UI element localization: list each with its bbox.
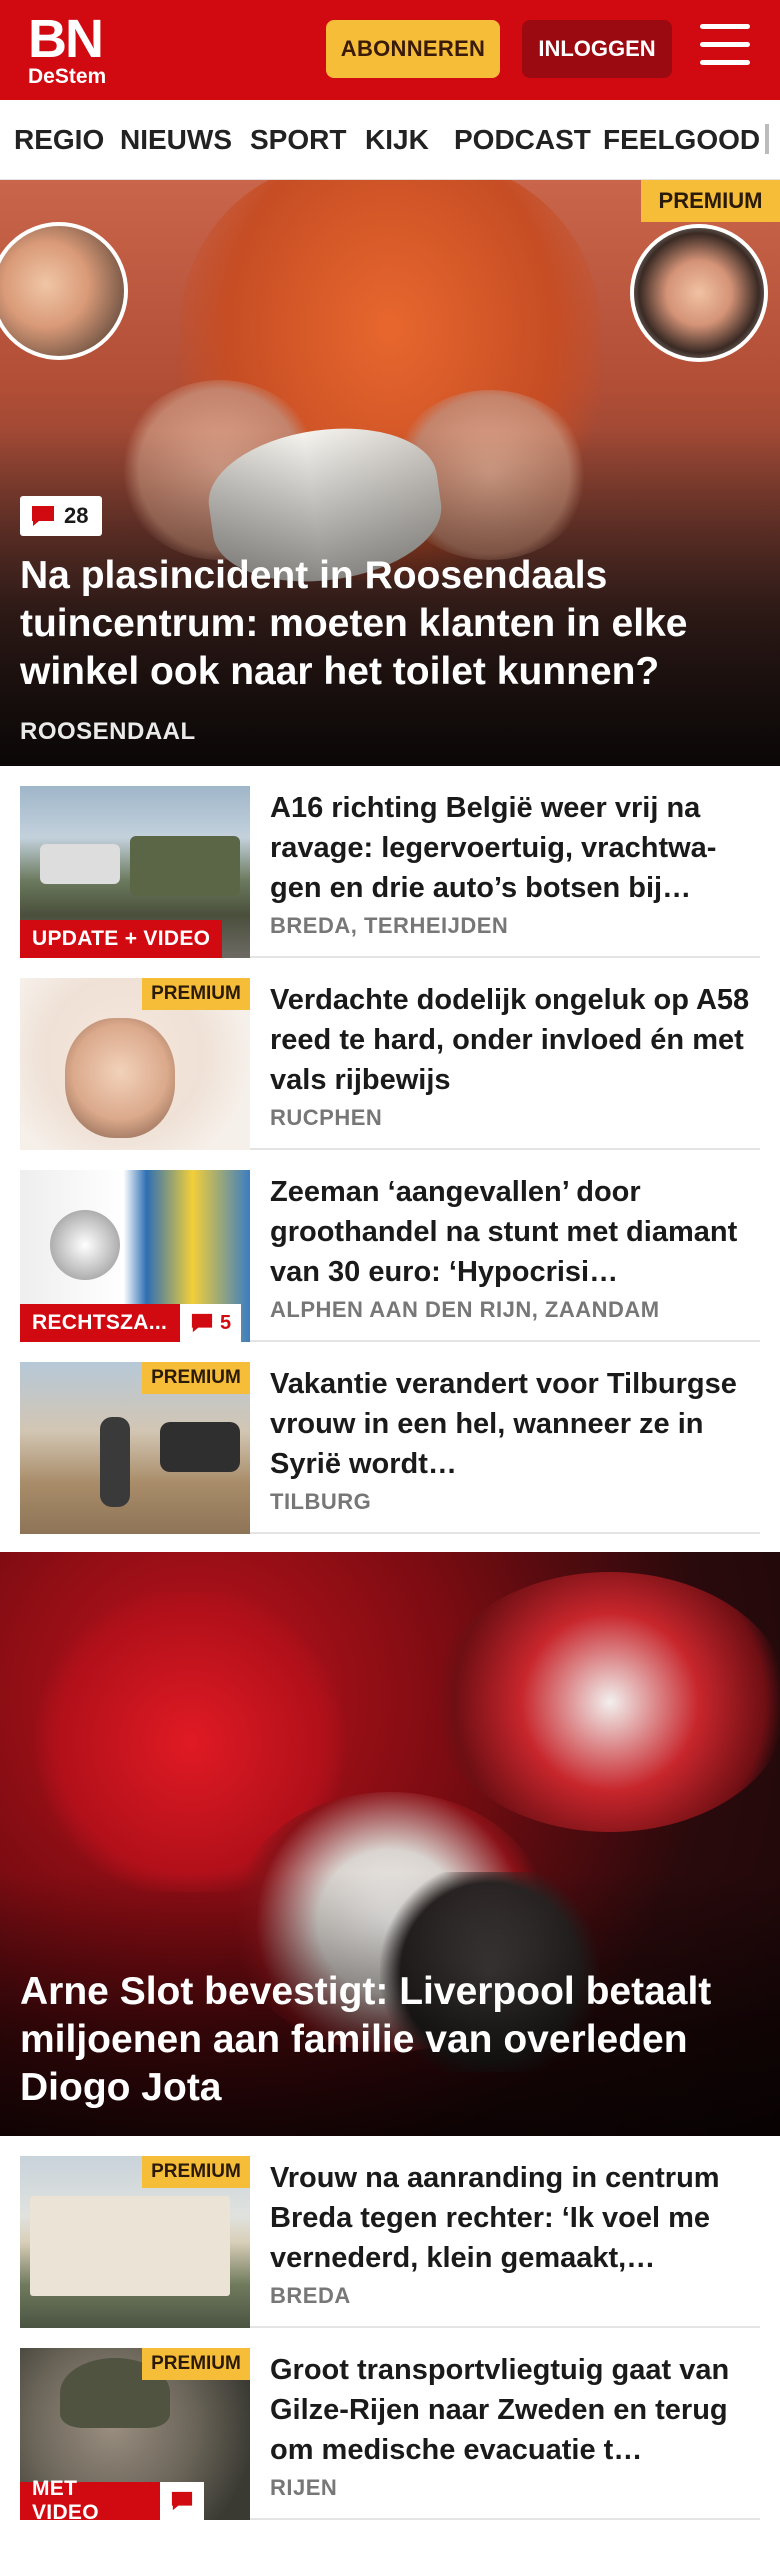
article-thumbnail: PREMIUM <box>20 1362 250 1534</box>
premium-badge: PREMIUM <box>142 1362 250 1394</box>
feature-article[interactable]: Arne Slot bevestigt: Liverpool betaalt m… <box>0 1552 780 2136</box>
nav-item-podcast[interactable]: PODCAST <box>454 124 591 156</box>
article-label: MET VIDEO <box>20 2477 160 2520</box>
article-title[interactable]: Verdachte dodelijk ongeluk op A58 reed t… <box>270 980 760 1100</box>
top-bar: BN DeStem ABONNEREN INLOGGEN <box>0 0 780 100</box>
author-avatar-right <box>630 224 768 362</box>
menu-icon[interactable] <box>700 24 752 72</box>
article-title[interactable]: Vrouw na aanranding in centrum Breda teg… <box>270 2158 760 2278</box>
article-card[interactable]: PREMIUM Vrouw na aanranding in centrum B… <box>20 2156 760 2328</box>
article-card[interactable]: RECHTSZA... 5 Zeeman ‘aangevallen’ door … <box>20 1170 760 1342</box>
hero-article[interactable]: PREMIUM 28 Na plasincident in Roosendaal… <box>0 180 780 766</box>
author-avatar-left <box>0 222 128 360</box>
article-location: BREDA, TERHEIJDEN <box>270 913 509 938</box>
nav-item-regio[interactable]: REGIO <box>14 124 104 156</box>
comment-icon <box>171 2491 193 2511</box>
article-location: ALPHEN AAN DEN RIJN, ZAANDAM <box>270 1297 660 1322</box>
article-location: TILBURG <box>270 1489 372 1514</box>
hero-location: ROOSENDAAL <box>20 718 196 745</box>
comment-count-badge[interactable]: 5 <box>180 1304 242 1342</box>
comment-count-badge[interactable] <box>160 2482 204 2520</box>
article-thumbnail: PREMIUM <box>20 978 250 1150</box>
logo-main-text: BN <box>28 9 104 69</box>
login-button[interactable]: INLOGGEN <box>522 20 672 78</box>
section-nav: REGIO NIEUWS SPORT KIJK PODCAST FEELGOOD <box>0 100 780 180</box>
article-thumbnail: PREMIUM MET VIDEO <box>20 2348 250 2520</box>
nav-overflow-indicator <box>765 124 769 154</box>
nav-item-nieuws[interactable]: NIEUWS <box>120 124 232 156</box>
feature-image-flowers <box>430 1572 780 1832</box>
premium-badge: PREMIUM <box>142 2348 250 2380</box>
comment-count: 28 <box>64 503 89 528</box>
article-thumbnail: PREMIUM <box>20 2156 250 2328</box>
comment-icon <box>191 1313 213 1333</box>
premium-badge: PREMIUM <box>142 2156 250 2188</box>
article-location: RUCPHEN <box>270 1105 383 1130</box>
article-title[interactable]: Vakantie verandert voor Tilburgse vrouw … <box>270 1364 760 1484</box>
article-card[interactable]: PREMIUM Verdachte dodelijk ongeluk op A5… <box>20 978 760 1150</box>
premium-badge: PREMIUM <box>641 180 780 222</box>
logo-sub-text: DeStem <box>28 65 107 88</box>
article-card[interactable]: PREMIUM Vakantie verandert voor Tilburgs… <box>20 1362 760 1534</box>
comment-count-badge[interactable]: 28 <box>20 496 102 536</box>
article-title[interactable]: Zeeman ‘aangevallen’ door groothandel na… <box>270 1172 760 1292</box>
subscribe-button[interactable]: ABONNEREN <box>326 20 500 78</box>
article-thumbnail: UPDATE + VIDEO <box>20 786 250 958</box>
nav-item-feelgood[interactable]: FEELGOOD <box>603 124 760 156</box>
article-card[interactable]: UPDATE + VIDEO A16 richting België weer … <box>20 786 760 958</box>
hero-title[interactable]: Na plasincident in Roosendaals tuincentr… <box>20 552 760 696</box>
article-title[interactable]: A16 richting België weer vrij na ravage:… <box>270 788 760 908</box>
article-label: RECHTSZA... <box>20 1304 180 1342</box>
article-location: RIJEN <box>270 2475 338 2500</box>
article-location: BREDA <box>270 2283 351 2308</box>
nav-item-sport[interactable]: SPORT <box>250 124 346 156</box>
site-logo[interactable]: BN DeStem <box>28 12 118 88</box>
article-label: UPDATE + VIDEO <box>20 920 223 958</box>
article-thumbnail: RECHTSZA... 5 <box>20 1170 250 1342</box>
article-title[interactable]: Groot transportvliegtuig gaat van Gilze-… <box>270 2350 760 2470</box>
comment-icon <box>32 506 54 526</box>
comment-count: 5 <box>220 1311 232 1334</box>
feature-title[interactable]: Arne Slot bevestigt: Liverpool betaalt m… <box>20 1968 760 2112</box>
nav-item-kijk[interactable]: KIJK <box>365 124 429 156</box>
premium-badge: PREMIUM <box>142 978 250 1010</box>
article-card[interactable]: PREMIUM MET VIDEO Groot transportvliegtu… <box>20 2348 760 2520</box>
